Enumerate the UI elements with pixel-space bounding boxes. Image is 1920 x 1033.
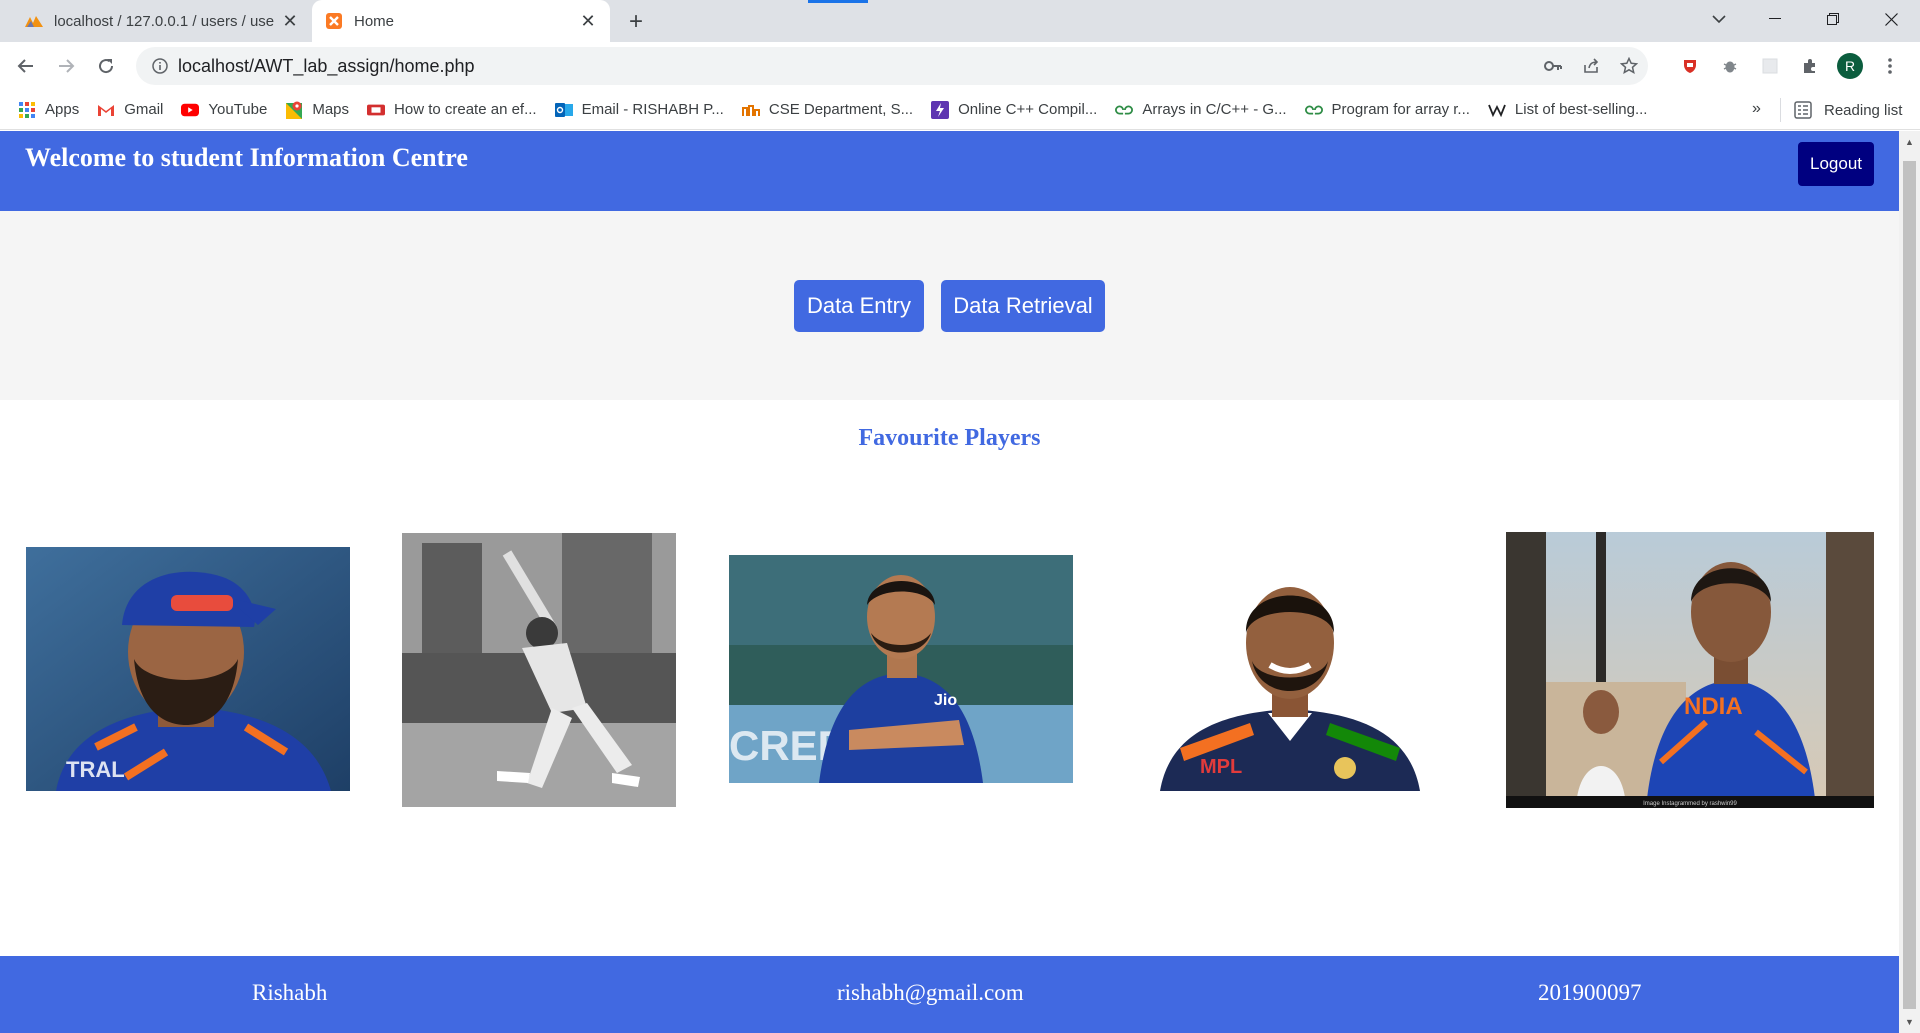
bookmark-label: Apps	[45, 101, 80, 118]
maps-icon	[285, 101, 303, 119]
browser-tab-home[interactable]: Home ✕	[312, 0, 610, 42]
bookmark-wikipedia[interactable]: List of best-selling...	[1488, 101, 1648, 119]
bookmark-label: CSE Department, S...	[768, 101, 914, 118]
actions-section: Data Entry Data Retrieval	[0, 211, 1899, 400]
bookmark-star-icon[interactable]	[1610, 57, 1648, 75]
blank-extension-icon[interactable]	[1750, 50, 1790, 82]
apps-grid-icon	[18, 101, 36, 119]
geeksforgeeks-icon	[1115, 101, 1134, 119]
share-icon[interactable]	[1572, 57, 1610, 75]
restore-window-icon[interactable]	[1810, 0, 1856, 38]
extensions-area: R	[1670, 50, 1910, 82]
key-icon[interactable]	[1534, 60, 1572, 72]
svg-text:TRAL: TRAL	[66, 757, 125, 782]
footer-name: Rishabh	[252, 980, 328, 1005]
svg-text:MPL: MPL	[1200, 756, 1242, 778]
page-viewport: Welcome to student Information Centre Lo…	[0, 131, 1899, 1033]
tab-loading-indicator	[808, 0, 868, 3]
bookmark-label: Arrays in C/C++ - G...	[1142, 101, 1287, 118]
scroll-down-arrow-icon[interactable]: ▼	[1905, 1017, 1914, 1027]
forward-arrow-icon[interactable]	[50, 50, 82, 82]
bookmark-label: Online C++ Compil...	[958, 101, 1098, 118]
bookmark-how-to-create[interactable]: How to create an ef...	[367, 101, 537, 119]
reading-list-button[interactable]: Reading list	[1794, 90, 1902, 130]
reload-icon[interactable]	[90, 50, 122, 82]
close-tab-icon[interactable]: ✕	[280, 11, 300, 31]
wikipedia-icon	[1488, 101, 1506, 119]
youtube-icon	[181, 101, 200, 119]
bookmark-label: Gmail	[124, 101, 164, 118]
reading-list-label: Reading list	[1824, 101, 1903, 119]
player-photo-2	[402, 533, 676, 807]
bookmark-label: How to create an ef...	[394, 101, 537, 118]
kebab-menu-icon[interactable]	[1870, 50, 1910, 82]
browser-tab-strip: localhost / 127.0.0.1 / users / use ✕ Ho…	[0, 0, 1920, 42]
bookmark-arrays-gfg[interactable]: Arrays in C/C++ - G...	[1115, 101, 1287, 119]
bookmark-cse-department[interactable]: CSE Department, S...	[741, 101, 914, 119]
site-info-icon[interactable]	[142, 58, 178, 74]
page-title: Welcome to student Information Centre	[25, 143, 468, 172]
logout-button[interactable]: Logout	[1798, 142, 1874, 186]
favourites-heading: Favourite Players	[858, 425, 1041, 451]
geeksforgeeks-icon	[1304, 101, 1323, 119]
bookmark-label: Email - RISHABH P...	[581, 101, 724, 118]
tab-title: Home	[354, 12, 395, 30]
data-retrieval-button[interactable]: Data Retrieval	[941, 280, 1105, 332]
scrollbar-thumb[interactable]	[1903, 161, 1916, 1009]
close-window-icon[interactable]	[1868, 0, 1914, 38]
college-icon	[741, 101, 760, 119]
url-text[interactable]: localhost/AWT_lab_assign/home.php	[178, 56, 475, 77]
video-site-icon	[367, 101, 386, 119]
footer-email: rishabh@gmail.com	[837, 980, 1024, 1005]
bookmark-label: List of best-selling...	[1514, 101, 1648, 118]
bookmark-label: YouTube	[208, 101, 268, 118]
bookmarks-divider	[1780, 98, 1781, 122]
bookmark-label: Maps	[312, 101, 350, 118]
profile-avatar[interactable]: R	[1837, 53, 1863, 79]
phpmyadmin-icon	[24, 11, 44, 31]
tab-title: localhost / 127.0.0.1 / users / use	[54, 12, 275, 30]
bolt-icon	[931, 100, 950, 119]
puzzle-extensions-icon[interactable]	[1790, 50, 1830, 82]
bookmark-program-array[interactable]: Program for array r...	[1304, 101, 1470, 119]
photo-caption: Image Instagrammed by rashwin99	[1643, 801, 1737, 807]
footer-student-id: 201900097	[1538, 980, 1642, 1005]
scroll-up-arrow-icon[interactable]: ▲	[1905, 137, 1914, 147]
xampp-icon	[324, 11, 344, 31]
gmail-icon	[97, 101, 115, 119]
site-footer: Rishabh rishabh@gmail.com 201900097	[0, 956, 1899, 1033]
address-bar[interactable]: localhost/AWT_lab_assign/home.php	[136, 47, 1648, 85]
browser-tab-phpmyadmin[interactable]: localhost / 127.0.0.1 / users / use ✕	[12, 0, 312, 42]
bookmark-youtube[interactable]: YouTube	[181, 101, 267, 119]
bookmark-gmail[interactable]: Gmail	[97, 101, 163, 119]
player-photo-5: NDIA Image Instagrammed by rashwin99	[1506, 532, 1874, 808]
bookmarks-bar: Apps Gmail YouTube Maps How to create an…	[0, 90, 1920, 130]
reading-list-icon	[1794, 101, 1812, 119]
bookmark-online-cpp[interactable]: Online C++ Compil...	[931, 100, 1098, 119]
shield-extension-icon[interactable]	[1670, 50, 1710, 82]
data-entry-button[interactable]: Data Entry	[794, 280, 924, 332]
player-photo-1: TRAL	[26, 547, 350, 791]
player-photo-3: CRED Jio	[729, 555, 1073, 783]
bookmark-apps[interactable]: Apps	[18, 101, 79, 119]
browser-toolbar: localhost/AWT_lab_assign/home.php R	[0, 42, 1920, 90]
svg-text:NDIA: NDIA	[1684, 693, 1743, 720]
bookmark-email-outlook[interactable]: Email - RISHABH P...	[554, 101, 724, 119]
page-scrollbar[interactable]: ▲ ▼	[1899, 131, 1920, 1033]
bug-extension-icon[interactable]	[1710, 50, 1750, 82]
minimize-window-icon[interactable]	[1752, 0, 1798, 38]
bookmarks-overflow-button[interactable]: »	[1752, 100, 1761, 118]
tab-search-chevron-icon[interactable]	[1696, 0, 1742, 38]
bookmark-label: Program for array r...	[1331, 101, 1470, 118]
bookmark-maps[interactable]: Maps	[285, 101, 349, 119]
player-photo-4: MPL	[1160, 563, 1420, 791]
back-arrow-icon[interactable]	[10, 50, 42, 82]
svg-text:Jio: Jio	[934, 692, 957, 709]
outlook-icon	[554, 101, 573, 119]
close-tab-icon[interactable]: ✕	[578, 11, 598, 31]
new-tab-button[interactable]: +	[622, 8, 650, 36]
site-header: Welcome to student Information Centre Lo…	[0, 131, 1899, 211]
